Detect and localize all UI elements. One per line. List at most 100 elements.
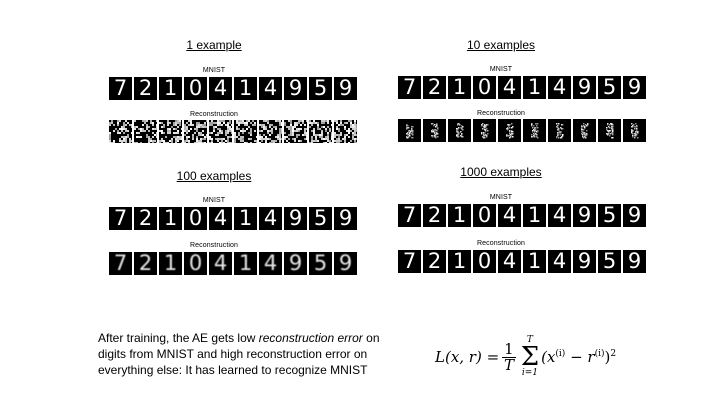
digit-glyph: 4 [552,204,567,227]
digit-glyph: 9 [338,207,353,230]
digit-glyph: 1 [238,252,253,275]
digit-image: 9 [334,252,357,275]
digit-glyph: 4 [552,76,567,99]
formula-body: (x(i) − r(i))2 [541,348,616,366]
mnist-label: MNIST [202,67,226,74]
reconstruction-label: Reconstruction [476,110,526,117]
caption-emphasis: reconstruction error [258,331,363,345]
digit-image: 7 [109,252,132,275]
formula-sum: T Σ i=1 [521,336,539,378]
digit-image: 9 [334,77,357,100]
digit-image: 4 [498,250,521,273]
digit-image: 5 [309,77,332,100]
digit-image: 7 [398,250,421,273]
digit-image: 1 [234,252,257,275]
caption-before: After training, the AE gets low [98,331,259,345]
digit-glyph: 9 [288,77,303,100]
digit-glyph: 4 [263,77,278,100]
blurry-reconstruction-image [498,119,521,142]
digit-image: 9 [623,250,646,273]
digit-glyph: 1 [452,204,467,227]
blurry-reconstruction-image [448,119,471,142]
digit-image: 0 [473,204,496,227]
digit-glyph: 9 [288,252,303,275]
digit-glyph: 9 [577,250,592,273]
digit-image: 4 [548,76,571,99]
digit-glyph: 4 [213,77,228,100]
digit-glyph: 0 [477,204,492,227]
formula-power: 2 [610,349,617,359]
reconstruction-label: Reconstruction [189,111,239,118]
digit-glyph: 1 [452,76,467,99]
noise-reconstruction-image [159,120,182,143]
digit-image: 7 [109,207,132,230]
digit-glyph: 0 [188,207,203,230]
digit-image: 0 [184,252,207,275]
digit-image: 9 [284,252,307,275]
digit-glyph: 2 [138,207,153,230]
digit-image: 9 [573,204,596,227]
digit-image: 2 [134,207,157,230]
digit-image: 4 [548,204,571,227]
digit-image: 1 [523,250,546,273]
formula-sup-r: (i) [594,349,605,359]
noise-reconstruction-image [284,120,307,143]
digit-glyph: 7 [402,76,417,99]
digit-glyph: 9 [288,207,303,230]
digit-image: 2 [423,250,446,273]
digit-glyph: 2 [138,252,153,275]
digit-image: 5 [309,252,332,275]
mnist-row: 7210414959 [109,77,357,100]
noise-reconstruction-image [109,120,132,143]
digit-glyph: 4 [552,250,567,273]
digit-glyph: 5 [313,77,328,100]
digit-glyph: 5 [313,207,328,230]
digit-image: 2 [423,76,446,99]
digit-image: 0 [473,76,496,99]
digit-image: 5 [598,204,621,227]
panel-title: 100 examples [176,169,252,183]
digit-glyph: 1 [527,76,542,99]
digit-glyph: 9 [627,250,642,273]
digit-image: 4 [498,204,521,227]
reconstruction-label: Reconstruction [189,242,239,249]
reconstruction-row [109,120,357,143]
digit-image: 9 [284,207,307,230]
loss-formula: L(x, r) = 1 T T Σ i=1 (x(i) − r(i))2 [435,336,616,378]
blurry-reconstruction-image [523,119,546,142]
digit-image: 4 [259,252,282,275]
digit-glyph: 1 [527,204,542,227]
formula-r: − r [565,348,595,366]
digit-image: 7 [398,204,421,227]
caption-text: After training, the AE gets low reconstr… [98,330,398,378]
formula-sum-bottom: i=1 [521,368,538,378]
digit-image: 4 [498,76,521,99]
digit-image: 9 [623,76,646,99]
blurry-reconstruction-image [473,119,496,142]
digit-image: 4 [209,207,232,230]
digit-glyph: 2 [138,77,153,100]
digit-glyph: 7 [113,77,128,100]
digit-glyph: 1 [163,207,178,230]
formula-x: (x [541,348,556,366]
digit-glyph: 2 [427,204,442,227]
digit-glyph: 1 [452,250,467,273]
digit-glyph: 4 [263,252,278,275]
digit-glyph: 5 [602,204,617,227]
digit-image: 1 [448,204,471,227]
noise-reconstruction-image [184,120,207,143]
digit-image: 1 [159,77,182,100]
digit-image: 5 [598,76,621,99]
digit-image: 1 [448,76,471,99]
reconstruction-row: 7210414959 [398,250,646,273]
digit-glyph: 0 [188,77,203,100]
noise-reconstruction-image [334,120,357,143]
blurry-reconstruction-image [623,119,646,142]
digit-image: 0 [184,207,207,230]
digit-glyph: 9 [577,204,592,227]
digit-image: 1 [159,207,182,230]
digit-image: 2 [423,204,446,227]
digit-glyph: 9 [338,77,353,100]
blurry-reconstruction-image [598,119,621,142]
noise-reconstruction-image [134,120,157,143]
